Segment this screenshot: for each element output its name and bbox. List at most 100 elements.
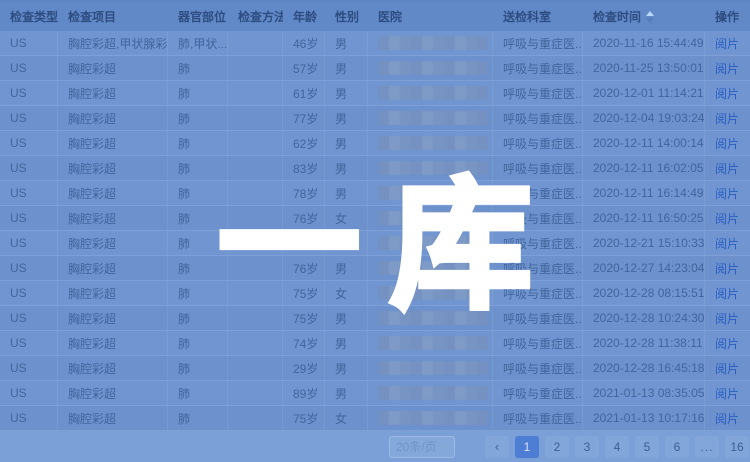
cell-action: 阅片 xyxy=(705,256,750,280)
cell-gender: 男 xyxy=(325,256,368,280)
cell-action: 阅片 xyxy=(705,31,750,55)
view-images-link[interactable]: 阅片 xyxy=(715,210,739,227)
column-header-label: 医院 xyxy=(378,8,402,25)
cell-age: 75岁 xyxy=(283,406,325,430)
table-row: US胸腔彩超肺66岁男呼吸与重症医...2020-12-21 15:10:33阅… xyxy=(0,231,750,256)
cell-department: 呼吸与重症医... xyxy=(493,206,583,230)
cell-method xyxy=(228,306,283,330)
view-images-link[interactable]: 阅片 xyxy=(715,110,739,127)
cell-age: 46岁 xyxy=(283,31,325,55)
cell-department: 呼吸与重症医... xyxy=(493,181,583,205)
table-row: US胸腔彩超肺62岁男呼吸与重症医...2020-12-11 14:00:14阅… xyxy=(0,131,750,156)
view-images-link[interactable]: 阅片 xyxy=(715,410,739,427)
cell-department: 呼吸与重症医... xyxy=(493,31,583,55)
cell-age: 61岁 xyxy=(283,81,325,105)
cell-age: 76岁 xyxy=(283,256,325,280)
cell-exam_type: US xyxy=(0,256,58,280)
table-row: US胸腔彩超肺75岁女呼吸与重症医...2020-12-28 08:15:51阅… xyxy=(0,281,750,306)
page-ellipsis-button[interactable]: ... xyxy=(695,436,719,458)
cell-exam_time: 2020-12-21 15:10:33 xyxy=(583,231,705,255)
cell-action: 阅片 xyxy=(705,206,750,230)
cell-gender: 男 xyxy=(325,381,368,405)
cell-gender: 男 xyxy=(325,181,368,205)
cell-department: 呼吸与重症医... xyxy=(493,231,583,255)
cell-exam_time: 2021-01-13 10:17:16 xyxy=(583,406,705,430)
cell-method xyxy=(228,406,283,430)
cell-exam_time: 2020-11-25 13:50:01 xyxy=(583,56,705,80)
cell-hospital xyxy=(368,281,493,305)
sort-ascending-icon[interactable] xyxy=(646,11,654,16)
page-button-6[interactable]: 6 xyxy=(665,436,689,458)
cell-gender: 男 xyxy=(325,56,368,80)
sort-caret-icon[interactable] xyxy=(646,11,654,23)
cell-exam_time: 2020-12-01 11:14:21 xyxy=(583,81,705,105)
column-header-label: 检查类型 xyxy=(10,8,58,25)
view-images-link[interactable]: 阅片 xyxy=(715,85,739,102)
view-images-link[interactable]: 阅片 xyxy=(715,35,739,52)
table-row: US胸腔彩超肺83岁男呼吸与重症医...2020-12-11 16:02:05阅… xyxy=(0,156,750,181)
cell-exam_type: US xyxy=(0,81,58,105)
table-row: US胸腔彩超肺57岁男呼吸与重症医...2020-11-25 13:50:01阅… xyxy=(0,56,750,81)
view-images-link[interactable]: 阅片 xyxy=(715,310,739,327)
page-button-1[interactable]: 1 xyxy=(515,436,539,458)
page-button-4[interactable]: 4 xyxy=(605,436,629,458)
page-button-3[interactable]: 3 xyxy=(575,436,599,458)
table-row: US胸腔彩超肺61岁男呼吸与重症医...2020-12-01 11:14:21阅… xyxy=(0,81,750,106)
cell-gender: 男 xyxy=(325,306,368,330)
view-images-link[interactable]: 阅片 xyxy=(715,385,739,402)
column-header-method: 检查方法 xyxy=(228,2,283,31)
cell-gender: 男 xyxy=(325,331,368,355)
table-row: US胸腔彩超肺89岁男呼吸与重症医...2021-01-13 08:35:05阅… xyxy=(0,381,750,406)
cell-exam_type: US xyxy=(0,381,58,405)
page-size-select[interactable]: 20条/页 xyxy=(389,436,455,458)
cell-gender: 女 xyxy=(325,406,368,430)
cell-exam_time: 2020-12-11 16:14:49 xyxy=(583,181,705,205)
hospital-redacted-block xyxy=(378,161,488,175)
cell-method xyxy=(228,231,283,255)
view-images-link[interactable]: 阅片 xyxy=(715,260,739,277)
page-button-2[interactable]: 2 xyxy=(545,436,569,458)
cell-age: 83岁 xyxy=(283,156,325,180)
column-header-gender: 性别 xyxy=(325,2,368,31)
cell-exam_item: 胸腔彩超 xyxy=(58,356,168,380)
view-images-link[interactable]: 阅片 xyxy=(715,360,739,377)
page-button-16[interactable]: 16 xyxy=(725,436,749,458)
page-buttons: 123456... 16 xyxy=(509,436,749,458)
view-images-link[interactable]: 阅片 xyxy=(715,335,739,352)
cell-organ: 肺 xyxy=(168,306,228,330)
cell-hospital xyxy=(368,256,493,280)
view-images-link[interactable]: 阅片 xyxy=(715,135,739,152)
cell-action: 阅片 xyxy=(705,81,750,105)
cell-exam_item: 胸腔彩超 xyxy=(58,56,168,80)
cell-organ: 肺 xyxy=(168,181,228,205)
sort-descending-icon[interactable] xyxy=(646,18,654,23)
view-images-link[interactable]: 阅片 xyxy=(715,60,739,77)
table-body: US胸腔彩超,甲状腺彩超肺,甲状...46岁男呼吸与重症医...2020-11-… xyxy=(0,31,750,431)
cell-gender: 男 xyxy=(325,106,368,130)
cell-department: 呼吸与重症医... xyxy=(493,81,583,105)
view-images-link[interactable]: 阅片 xyxy=(715,235,739,252)
cell-exam_time: 2020-12-11 16:50:25 xyxy=(583,206,705,230)
column-header-exam_time[interactable]: 检查时间 xyxy=(583,2,705,31)
cell-organ: 肺 xyxy=(168,206,228,230)
page-button-5[interactable]: 5 xyxy=(635,436,659,458)
cell-exam_time: 2020-12-28 10:24:30 xyxy=(583,306,705,330)
cell-exam_item: 胸腔彩超 xyxy=(58,306,168,330)
cell-method xyxy=(228,356,283,380)
cell-method xyxy=(228,181,283,205)
column-header-label: 检查时间 xyxy=(593,8,641,25)
cell-exam_type: US xyxy=(0,281,58,305)
cell-hospital xyxy=(368,381,493,405)
view-images-link[interactable]: 阅片 xyxy=(715,160,739,177)
view-images-link[interactable]: 阅片 xyxy=(715,285,739,302)
hospital-redacted-block xyxy=(378,61,488,75)
cell-hospital xyxy=(368,156,493,180)
page-size-label: 20条/页 xyxy=(396,438,437,455)
cell-exam_type: US xyxy=(0,356,58,380)
cell-hospital xyxy=(368,356,493,380)
cell-age: 76岁 xyxy=(283,206,325,230)
cell-gender: 男 xyxy=(325,31,368,55)
cell-hospital xyxy=(368,231,493,255)
view-images-link[interactable]: 阅片 xyxy=(715,185,739,202)
prev-page-button[interactable]: ‹ xyxy=(485,436,509,458)
